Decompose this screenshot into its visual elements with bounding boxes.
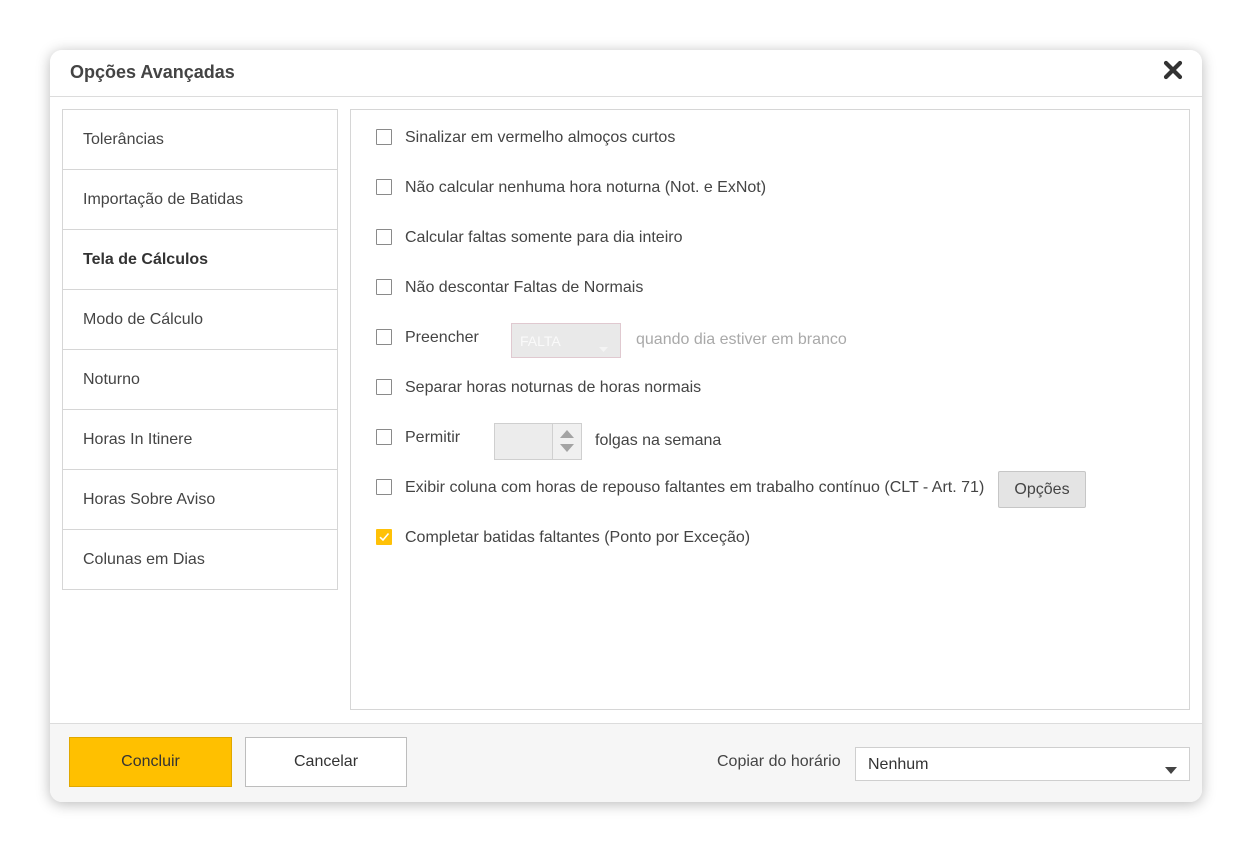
sidebar-item-tolerancias[interactable]: Tolerâncias (63, 110, 337, 170)
allow-checkbox[interactable] (376, 429, 392, 445)
option-full-day-absence: Calcular faltas somente para dia inteiro (376, 226, 682, 250)
cancel-button[interactable]: Cancelar (245, 737, 407, 787)
sidebar-item-label: Importação de Batidas (83, 190, 244, 208)
rest-column-label: Exibir coluna com horas de repouso falta… (405, 479, 985, 496)
option-complete-punches: Completar batidas faltantes (Ponto por E… (376, 526, 750, 550)
complete-punches-checkbox[interactable] (376, 529, 392, 545)
allow-suffix: folgas na semana (595, 429, 721, 453)
check-icon (379, 532, 390, 542)
copy-schedule-label: Copiar do horário (717, 753, 841, 770)
separate-night-checkbox[interactable] (376, 379, 392, 395)
rest-column-checkbox[interactable] (376, 479, 392, 495)
full-day-absence-label: Calcular faltas somente para dia inteiro (405, 229, 683, 246)
sidebar-item-noturno[interactable]: Noturno (63, 350, 337, 410)
option-fill: Preencher (376, 326, 479, 350)
copy-schedule-value: Nenhum (868, 756, 929, 773)
option-separate-night: Separar horas noturnas de horas normais (376, 376, 701, 400)
sidebar-item-modo-de-calculo[interactable]: Modo de Cálculo (63, 290, 337, 350)
dialog-header: Opções Avançadas (50, 50, 1202, 97)
sidebar-item-label: Horas Sobre Aviso (83, 490, 216, 508)
copy-schedule-select[interactable]: Nenhum (855, 747, 1190, 781)
option-allow: Permitir (376, 426, 460, 450)
no-discount-label: Não descontar Faltas de Normais (405, 279, 644, 296)
fill-checkbox[interactable] (376, 329, 392, 345)
options-panel: Sinalizar em vermelho almoços curtos Não… (350, 109, 1190, 710)
spinner-up-icon[interactable] (560, 430, 574, 438)
sidebar-item-colunas-em-dias[interactable]: Colunas em Dias (63, 530, 337, 590)
no-night-checkbox[interactable] (376, 179, 392, 195)
sidebar-item-label: Horas In Itinere (83, 430, 193, 448)
full-day-absence-checkbox[interactable] (376, 229, 392, 245)
fill-value-select[interactable]: FALTA (511, 323, 621, 358)
rest-options-button[interactable]: Opções (998, 471, 1086, 508)
option-short-lunch: Sinalizar em vermelho almoços curtos (376, 126, 675, 150)
allow-suffix-label: folgas na semana (595, 432, 722, 449)
fill-suffix-label: quando dia estiver em branco (636, 331, 847, 348)
confirm-button[interactable]: Concluir (69, 737, 232, 787)
option-no-discount: Não descontar Faltas de Normais (376, 276, 643, 300)
fill-label: Preencher (405, 329, 479, 346)
short-lunch-label: Sinalizar em vermelho almoços curtos (405, 129, 676, 146)
option-rest-column: Exibir coluna com horas de repouso falta… (376, 476, 984, 500)
sidebar-item-label: Noturno (83, 370, 140, 388)
complete-punches-label: Completar batidas faltantes (Ponto por E… (405, 529, 751, 546)
sidebar-item-label: Modo de Cálculo (83, 310, 204, 328)
chevron-down-icon (1165, 761, 1177, 779)
sidebar-item-horas-sobre-aviso[interactable]: Horas Sobre Aviso (63, 470, 337, 530)
allow-label: Permitir (405, 429, 461, 446)
fill-select-value: FALTA (520, 333, 561, 349)
close-icon[interactable] (1162, 59, 1184, 81)
dialog-footer: Concluir Cancelar Copiar do horário Nenh… (50, 723, 1202, 802)
sidebar-item-label: Tela de Cálculos (83, 250, 209, 268)
sidebar-item-importacao-de-batidas[interactable]: Importação de Batidas (63, 170, 337, 230)
chevron-down-icon (599, 339, 608, 355)
sidebar-item-horas-in-itinere[interactable]: Horas In Itinere (63, 410, 337, 470)
advanced-options-dialog: Opções Avançadas Tolerâncias Importação … (50, 50, 1202, 802)
no-night-label: Não calcular nenhuma hora noturna (Not. … (405, 179, 767, 196)
sidebar-menu: Tolerâncias Importação de Batidas Tela d… (62, 109, 338, 590)
sidebar-item-label: Colunas em Dias (83, 550, 205, 568)
no-discount-checkbox[interactable] (376, 279, 392, 295)
spinner-down-icon[interactable] (560, 444, 574, 452)
separate-night-label: Separar horas noturnas de horas normais (405, 379, 702, 396)
sidebar-item-tela-de-calculos[interactable]: Tela de Cálculos (63, 230, 337, 290)
sidebar-item-label: Tolerâncias (83, 130, 164, 148)
days-off-spinner[interactable] (494, 423, 582, 460)
option-no-night: Não calcular nenhuma hora noturna (Not. … (376, 176, 766, 200)
dialog-title: Opções Avançadas (70, 62, 235, 82)
short-lunch-checkbox[interactable] (376, 129, 392, 145)
fill-suffix: quando dia estiver em branco (636, 328, 847, 352)
spinner-buttons (552, 424, 581, 459)
